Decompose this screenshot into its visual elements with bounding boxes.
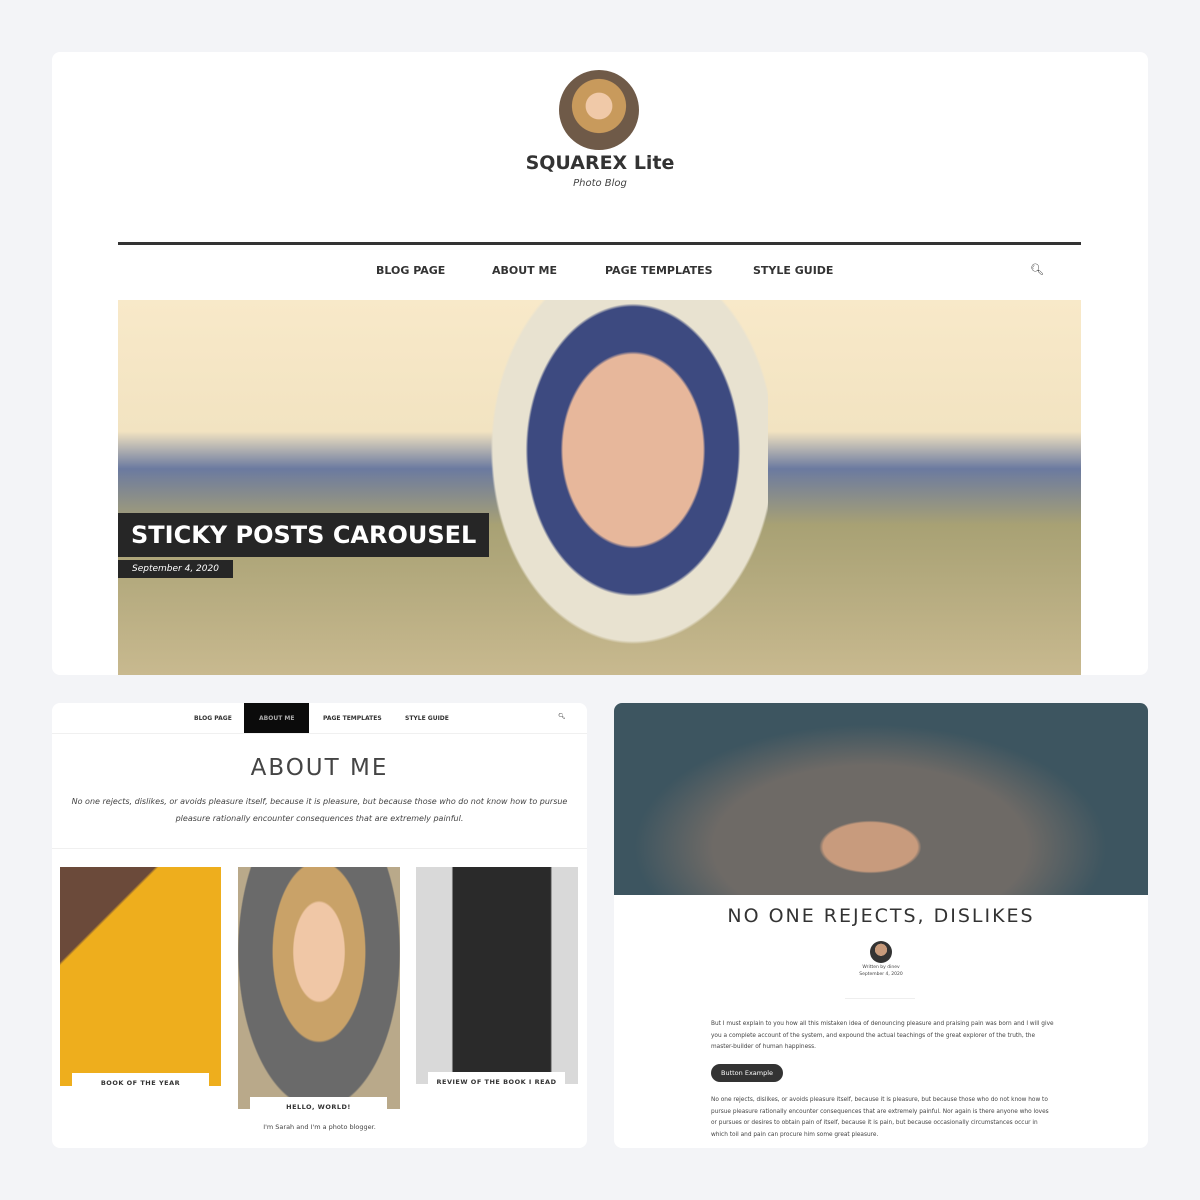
- hero-title[interactable]: STICKY POSTS CAROUSEL: [118, 513, 490, 557]
- post-featured-image: [614, 703, 1148, 895]
- site-avatar[interactable]: [559, 70, 639, 150]
- post-author[interactable]: Written by dinev: [614, 964, 1148, 971]
- nav-divider: [118, 242, 1081, 245]
- about-page-preview: BLOG PAGE ABOUT ME PAGE TEMPLATES STYLE …: [52, 703, 587, 1148]
- post-title[interactable]: HELLO, WORLD!: [250, 1097, 387, 1117]
- nav-blog-page[interactable]: BLOG PAGE: [376, 264, 445, 277]
- hero-carousel[interactable]: STICKY POSTS CAROUSEL September 4, 2020: [118, 300, 1081, 675]
- post-title[interactable]: BOOK OF THE YEAR: [72, 1073, 209, 1093]
- nav-about-me-active[interactable]: ABOUT ME: [244, 703, 310, 733]
- hero-date: September 4, 2020: [118, 560, 233, 578]
- post-paragraph: But I must explain to you how all this m…: [711, 1021, 1054, 1051]
- author-avatar[interactable]: [870, 941, 892, 963]
- nav-style-guide[interactable]: STYLE GUIDE: [405, 715, 449, 722]
- divider: [52, 733, 587, 734]
- example-button[interactable]: Button Example: [711, 1064, 784, 1082]
- divider: [845, 998, 915, 999]
- site-title[interactable]: SQUAREX Lite: [52, 152, 1148, 174]
- post-thumbnail-book[interactable]: [60, 867, 221, 1086]
- page-title: ABOUT ME: [250, 755, 389, 781]
- main-site-preview: SQUAREX Lite Photo Blog BLOG PAGE ABOUT …: [52, 52, 1148, 675]
- post-excerpt: I'm Sarah and I'm a photo blogger.: [263, 1123, 376, 1131]
- nav-blog-page[interactable]: BLOG PAGE: [194, 715, 232, 722]
- post-thumbnail-mockup[interactable]: [416, 867, 578, 1084]
- post-date: September 4, 2020: [859, 972, 903, 977]
- post-thumbnail-portrait[interactable]: [238, 867, 400, 1109]
- post-title: NO ONE REJECTS, DISLIKES: [727, 905, 1035, 927]
- divider: [52, 848, 587, 849]
- site-tagline: Photo Blog: [573, 178, 627, 189]
- hero-image: [468, 300, 768, 675]
- post-title[interactable]: REVIEW OF THE BOOK I READ: [428, 1072, 565, 1092]
- nav-page-templates[interactable]: PAGE TEMPLATES: [605, 264, 713, 277]
- search-icon[interactable]: 🔍︎: [558, 713, 566, 720]
- nav-style-guide[interactable]: STYLE GUIDE: [753, 264, 833, 277]
- single-post-preview: NO ONE REJECTS, DISLIKES Written by dine…: [614, 703, 1148, 1148]
- page-intro: No one rejects, dislikes, or avoids plea…: [71, 797, 568, 823]
- nav-page-templates[interactable]: PAGE TEMPLATES: [323, 715, 382, 722]
- nav-about-me[interactable]: ABOUT ME: [492, 264, 557, 277]
- search-icon[interactable]: 🔍︎: [1030, 263, 1044, 276]
- post-paragraph: No one rejects, dislikes, or avoids plea…: [711, 1097, 1049, 1139]
